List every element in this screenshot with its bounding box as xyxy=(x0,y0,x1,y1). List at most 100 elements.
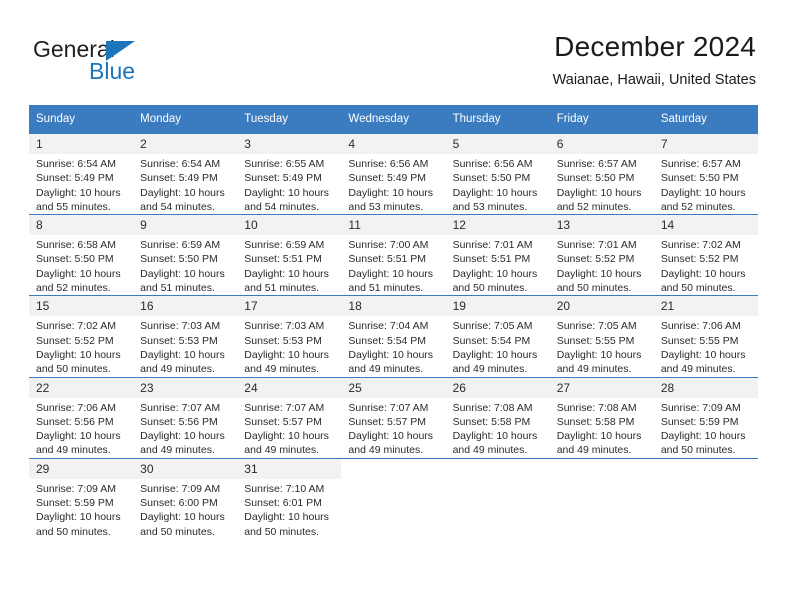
calendar-day-cell[interactable]: 28 Sunrise: 7:09 AM Sunset: 5:59 PM Dayligh… xyxy=(653,376,758,459)
day-details: Sunrise: 6:55 AM Sunset: 5:49 PM Daylight:… xyxy=(237,154,341,214)
daylight-text-line1: Daylight: 10 hours xyxy=(36,511,121,524)
calendar-day-cell[interactable]: 3 Sunrise: 6:55 AM Sunset: 5:49 PM Daylight… xyxy=(237,132,342,215)
daylight-text-line2: and 52 minutes. xyxy=(556,200,632,213)
daylight-text-line1: Daylight: 10 hours xyxy=(452,348,538,361)
sunrise-text: Sunrise: 6:56 AM xyxy=(452,158,533,170)
sunrise-text: Sunrise: 7:07 AM xyxy=(348,401,429,414)
calendar-day-cell[interactable]: 13 Sunrise: 7:01 AM Sunset: 5:52 PM Dayligh… xyxy=(549,214,654,296)
day-details: Sunrise: 7:03 AM Sunset: 5:53 PM Daylight:… xyxy=(237,316,341,376)
calendar-day-cell[interactable]: 20 Sunrise: 7:05 AM Sunset: 5:55 PM Dayligh… xyxy=(549,295,654,378)
sunrise-text: Sunrise: 7:03 AM xyxy=(140,320,221,333)
day-number: 9 xyxy=(133,215,238,236)
calendar-day-cell[interactable]: 31 Sunrise: 7:10 AM Sunset: 6:01 PM Dayligh… xyxy=(237,457,342,539)
day-details: Sunrise: 7:02 AM Sunset: 5:52 PM Daylight:… xyxy=(29,316,133,376)
sunset-text: Sunset: 5:50 PM xyxy=(36,253,114,266)
weekday-header-wednesday: Wednesday xyxy=(341,105,446,134)
daylight-text-line2: and 50 minutes. xyxy=(36,525,111,538)
calendar-day-cell[interactable]: 10 Sunrise: 6:59 AM Sunset: 5:51 PM Dayligh… xyxy=(237,214,342,296)
daylight-text-line1: Daylight: 10 hours xyxy=(140,430,225,443)
daylight-text-line2: and 49 minutes. xyxy=(140,444,215,457)
day-number: 27 xyxy=(549,377,654,398)
calendar-day-cell[interactable]: 1 Sunrise: 6:54 AM Sunset: 5:49 PM Daylight… xyxy=(29,132,134,215)
daylight-text-line1: Daylight: 10 hours xyxy=(36,348,121,361)
day-number: 1 xyxy=(29,134,134,154)
day-number: 15 xyxy=(29,296,134,317)
daylight-text-line1: Daylight: 10 hours xyxy=(244,267,329,280)
calendar-day-cell[interactable]: 9 Sunrise: 6:59 AM Sunset: 5:50 PM Daylight… xyxy=(133,214,238,296)
daylight-text-line2: and 50 minutes. xyxy=(140,525,215,538)
sunset-text: Sunset: 5:53 PM xyxy=(140,334,218,347)
daylight-text-line2: and 49 minutes. xyxy=(452,363,528,376)
day-details: Sunrise: 6:57 AM Sunset: 5:50 PM Daylight:… xyxy=(550,154,654,214)
calendar-day-cell[interactable]: 18 Sunrise: 7:04 AM Sunset: 5:54 PM Dayligh… xyxy=(341,295,446,378)
daylight-text-line1: Daylight: 10 hours xyxy=(140,348,225,361)
title-block: December 2024 Waianae, Hawaii, United St… xyxy=(553,30,756,89)
daylight-text-line1: Daylight: 10 hours xyxy=(452,267,538,280)
sunrise-text: Sunrise: 6:54 AM xyxy=(36,158,116,170)
sunrise-text: Sunrise: 7:07 AM xyxy=(244,401,325,414)
calendar-day-cell[interactable]: 29 Sunrise: 7:09 AM Sunset: 5:59 PM Dayligh… xyxy=(29,457,134,539)
daylight-text-line1: Daylight: 10 hours xyxy=(244,186,329,199)
calendar-header-row: Sunday Monday Tuesday Wednesday Thursday… xyxy=(29,105,758,134)
day-number xyxy=(446,459,550,479)
calendar-day-cell[interactable]: 22 Sunrise: 7:06 AM Sunset: 5:56 PM Dayligh… xyxy=(29,376,134,459)
day-details: Sunrise: 6:56 AM Sunset: 5:49 PM Daylight:… xyxy=(341,154,445,214)
daylight-text-line2: and 49 minutes. xyxy=(244,444,319,457)
daylight-text-line1: Daylight: 10 hours xyxy=(556,430,642,443)
day-number: 10 xyxy=(237,215,342,236)
daylight-text-line2: and 50 minutes. xyxy=(556,282,632,295)
calendar-day-cell[interactable]: 30 Sunrise: 7:09 AM Sunset: 6:00 PM Dayligh… xyxy=(133,457,238,539)
daylight-text-line2: and 49 minutes. xyxy=(36,444,111,457)
day-details: Sunrise: 6:59 AM Sunset: 5:51 PM Daylight:… xyxy=(237,235,341,295)
day-number: 23 xyxy=(133,377,238,398)
calendar-day-cell[interactable]: 26 Sunrise: 7:08 AM Sunset: 5:58 PM Dayligh… xyxy=(445,376,550,459)
daylight-text-line2: and 50 minutes. xyxy=(660,444,736,457)
calendar-day-cell[interactable]: 2 Sunrise: 6:54 AM Sunset: 5:49 PM Daylight… xyxy=(133,132,238,215)
daylight-text-line1: Daylight: 10 hours xyxy=(348,348,434,361)
calendar-week-row: 8 Sunrise: 6:58 AM Sunset: 5:50 PM Daylight… xyxy=(29,214,758,296)
calendar-day-cell[interactable]: 23 Sunrise: 7:07 AM Sunset: 5:56 PM Dayligh… xyxy=(133,376,238,459)
calendar-day-cell[interactable]: 16 Sunrise: 7:03 AM Sunset: 5:53 PM Dayligh… xyxy=(133,295,238,378)
daylight-text-line2: and 52 minutes. xyxy=(36,282,111,295)
calendar-day-cell[interactable]: 15 Sunrise: 7:02 AM Sunset: 5:52 PM Dayligh… xyxy=(29,295,134,378)
day-details: Sunrise: 7:08 AM Sunset: 5:58 PM Daylight:… xyxy=(550,398,654,458)
day-number: 6 xyxy=(549,134,654,154)
day-number: 26 xyxy=(445,377,550,398)
daylight-text-line2: and 50 minutes. xyxy=(452,282,528,295)
location-subtitle: Waianae, Hawaii, United States xyxy=(552,72,756,88)
day-details: Sunrise: 7:09 AM Sunset: 5:59 PM Daylight:… xyxy=(654,398,758,458)
sunrise-text: Sunrise: 7:09 AM xyxy=(140,482,221,495)
day-details: Sunrise: 6:58 AM Sunset: 5:50 PM Daylight:… xyxy=(29,235,133,295)
sunrise-text: Sunrise: 7:06 AM xyxy=(660,320,741,333)
calendar-day-cell[interactable]: 11 Sunrise: 7:00 AM Sunset: 5:51 PM Dayligh… xyxy=(341,214,446,296)
sunrise-text: Sunrise: 6:57 AM xyxy=(660,158,741,170)
sunset-text: Sunset: 5:55 PM xyxy=(556,334,635,347)
calendar-day-cell[interactable]: 21 Sunrise: 7:06 AM Sunset: 5:55 PM Dayligh… xyxy=(653,295,758,378)
calendar-day-cell[interactable]: 12 Sunrise: 7:01 AM Sunset: 5:51 PM Dayligh… xyxy=(445,214,550,296)
day-details: Sunrise: 7:09 AM Sunset: 6:00 PM Daylight:… xyxy=(133,479,237,539)
calendar-day-cell[interactable]: 25 Sunrise: 7:07 AM Sunset: 5:57 PM Dayligh… xyxy=(341,376,446,459)
calendar-day-cell[interactable]: 27 Sunrise: 7:08 AM Sunset: 5:58 PM Dayligh… xyxy=(549,376,654,459)
calendar-day-cell[interactable]: 8 Sunrise: 6:58 AM Sunset: 5:50 PM Daylight… xyxy=(29,214,134,296)
calendar-day-cell[interactable]: 6 Sunrise: 6:57 AM Sunset: 5:50 PM Daylight… xyxy=(549,132,654,215)
day-number: 14 xyxy=(653,215,758,236)
calendar-day-cell[interactable]: 7 Sunrise: 6:57 AM Sunset: 5:50 PM Daylight… xyxy=(653,132,758,215)
sunrise-text: Sunrise: 6:59 AM xyxy=(140,239,221,252)
calendar-day-cell[interactable]: 19 Sunrise: 7:05 AM Sunset: 5:54 PM Dayligh… xyxy=(445,295,550,378)
daylight-text-line1: Daylight: 10 hours xyxy=(244,511,329,524)
page-title: December 2024 xyxy=(554,31,756,62)
daylight-text-line2: and 51 minutes. xyxy=(140,282,215,295)
calendar-day-cell[interactable]: 24 Sunrise: 7:07 AM Sunset: 5:57 PM Dayligh… xyxy=(237,376,342,459)
sunrise-text: Sunrise: 7:09 AM xyxy=(660,401,741,414)
calendar-day-cell[interactable]: 4 Sunrise: 6:56 AM Sunset: 5:49 PM Daylight… xyxy=(341,132,446,215)
day-details: Sunrise: 7:04 AM Sunset: 5:54 PM Daylight:… xyxy=(341,316,445,376)
day-details: Sunrise: 7:07 AM Sunset: 5:57 PM Daylight:… xyxy=(237,398,341,458)
sunset-text: Sunset: 5:49 PM xyxy=(140,172,218,185)
day-details: Sunrise: 7:09 AM Sunset: 5:59 PM Daylight:… xyxy=(29,479,133,539)
calendar-day-cell[interactable]: 5 Sunrise: 6:56 AM Sunset: 5:50 PM Daylight… xyxy=(445,132,550,215)
day-details: Sunrise: 7:00 AM Sunset: 5:51 PM Daylight:… xyxy=(341,235,445,295)
calendar-day-cell[interactable]: 14 Sunrise: 7:02 AM Sunset: 5:52 PM Dayligh… xyxy=(653,214,758,296)
sunrise-text: Sunrise: 7:00 AM xyxy=(348,239,429,252)
calendar-day-cell[interactable]: 17 Sunrise: 7:03 AM Sunset: 5:53 PM Dayligh… xyxy=(237,295,342,378)
day-number: 24 xyxy=(237,377,342,398)
